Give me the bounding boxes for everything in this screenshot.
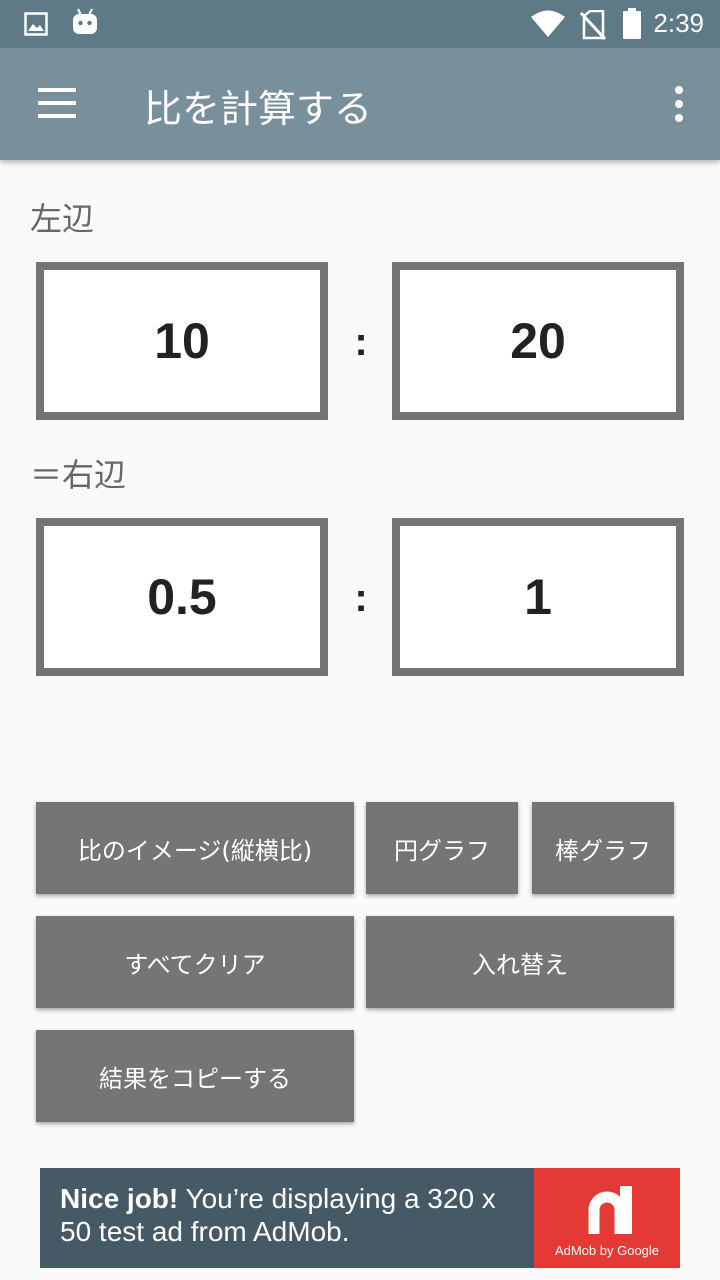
right-side-label: ＝右辺 — [30, 456, 127, 494]
wifi-icon — [531, 10, 565, 37]
app-bar: 比を計算する — [0, 48, 720, 160]
ad-headline: Nice job! — [60, 1183, 179, 1214]
bar-chart-button[interactable]: 棒グラフ — [532, 802, 674, 894]
clear-all-button[interactable]: すべてクリア — [36, 916, 354, 1008]
ad-text: Nice job! You’re displaying a 320 x 50 t… — [60, 1182, 530, 1248]
admob-logo-icon — [588, 1186, 632, 1234]
battery-icon — [623, 8, 641, 39]
left-side-label: 左辺 — [30, 200, 95, 238]
hamburger-menu-icon[interactable] — [38, 88, 76, 118]
image-icon — [24, 12, 48, 36]
right-side-value-b-input[interactable]: 1 — [392, 518, 684, 676]
android-icon — [73, 8, 97, 34]
ad-brand: AdMob by Google — [554, 1243, 660, 1258]
left-side-value-b-input[interactable]: 20 — [392, 262, 684, 420]
ratio-image-button[interactable]: 比のイメージ(縦横比) — [36, 802, 354, 894]
status-time: 2:39 — [653, 8, 704, 38]
more-vert-icon[interactable] — [674, 86, 684, 122]
left-side-value-a-input[interactable]: 10 — [36, 262, 328, 420]
copy-result-button[interactable]: 結果をコピーする — [36, 1030, 354, 1122]
admob-logo: AdMob by Google — [534, 1168, 680, 1268]
no-sim-icon — [580, 10, 606, 40]
right-side-colon: : — [354, 576, 368, 620]
pie-chart-button[interactable]: 円グラフ — [366, 802, 518, 894]
page-title: 比を計算する — [144, 87, 373, 131]
ad-banner[interactable]: Nice job! You’re displaying a 320 x 50 t… — [40, 1168, 680, 1268]
left-side-colon: : — [354, 320, 368, 364]
swap-button[interactable]: 入れ替え — [366, 916, 674, 1008]
right-side-value-a-input[interactable]: 0.5 — [36, 518, 328, 676]
status-bar: 2:39 — [0, 0, 720, 48]
